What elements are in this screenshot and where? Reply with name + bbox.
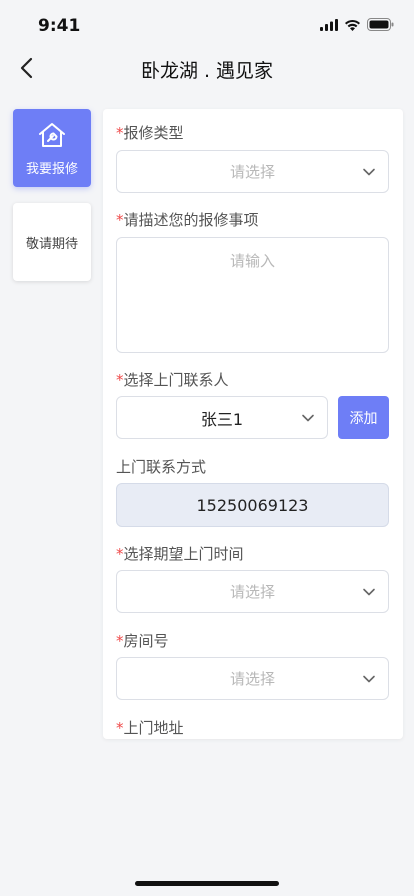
phone-value: 15250069123 xyxy=(196,495,309,515)
sidebar-item-repair[interactable]: 我要报修 xyxy=(13,109,91,187)
select-placeholder: 请选择 xyxy=(229,583,275,601)
textarea-placeholder: 请输入 xyxy=(229,252,275,270)
address-label: *上门地址 xyxy=(116,717,184,738)
battery-icon xyxy=(367,18,394,31)
chevron-down-icon xyxy=(363,675,375,683)
expected-time-select[interactable]: 请选择 xyxy=(116,570,389,613)
status-time: 9:41 xyxy=(38,16,81,36)
required-mark: * xyxy=(116,124,124,142)
chevron-down-icon xyxy=(302,414,314,422)
label-text: 请描述您的报修事项 xyxy=(123,211,259,229)
nav-bar: 卧龙湖 . 遇见家 xyxy=(0,48,414,88)
room-label: *房间号 xyxy=(116,630,169,651)
house-wrench-icon xyxy=(39,122,65,147)
select-placeholder: 请选择 xyxy=(229,163,275,181)
add-contact-button[interactable]: 添加 xyxy=(338,396,389,439)
phone-field: 15250069123 xyxy=(116,483,389,527)
required-mark: * xyxy=(116,211,124,229)
contact-select[interactable]: 张三1 xyxy=(116,396,328,439)
description-label: *请描述您的报修事项 xyxy=(116,209,259,230)
page-title: 卧龙湖 . 遇见家 xyxy=(140,60,274,82)
required-mark: * xyxy=(116,545,124,563)
room-select[interactable]: 请选择 xyxy=(116,657,389,700)
status-bar: 9:41 xyxy=(0,0,414,48)
label-text: 上门地址 xyxy=(123,719,184,737)
label-text: 选择上门联系人 xyxy=(123,371,229,389)
description-textarea[interactable]: 请输入 xyxy=(116,237,389,353)
select-placeholder: 请选择 xyxy=(229,670,275,688)
contact-value: 张三1 xyxy=(200,409,244,429)
status-icons xyxy=(320,18,394,31)
wifi-icon xyxy=(345,19,360,31)
sidebar-item-coming-soon[interactable]: 敬请期待 xyxy=(13,203,91,281)
required-mark: * xyxy=(116,719,124,737)
chevron-down-icon xyxy=(363,168,375,176)
required-mark: * xyxy=(116,632,124,650)
expected-time-label: *选择期望上门时间 xyxy=(116,543,244,564)
repair-form-card: *报修类型 请选择 *请描述您的报修事项 请输入 *选择上门联系人 张三1 添加… xyxy=(103,109,403,739)
sidebar-item-label: 敬请期待 xyxy=(25,236,78,252)
phone-label: 上门联系方式 xyxy=(116,458,207,476)
signal-icon xyxy=(320,18,338,31)
home-indicator xyxy=(135,881,279,886)
sidebar-item-label: 我要报修 xyxy=(25,161,78,177)
label-text: 报修类型 xyxy=(123,124,184,142)
label-text: 选择期望上门时间 xyxy=(123,545,244,563)
repair-type-select[interactable]: 请选择 xyxy=(116,150,389,193)
label-text: 房间号 xyxy=(123,632,169,650)
chevron-down-icon xyxy=(363,588,375,596)
repair-type-label: *报修类型 xyxy=(116,122,184,143)
required-mark: * xyxy=(116,371,124,389)
contact-label: *选择上门联系人 xyxy=(116,369,229,390)
